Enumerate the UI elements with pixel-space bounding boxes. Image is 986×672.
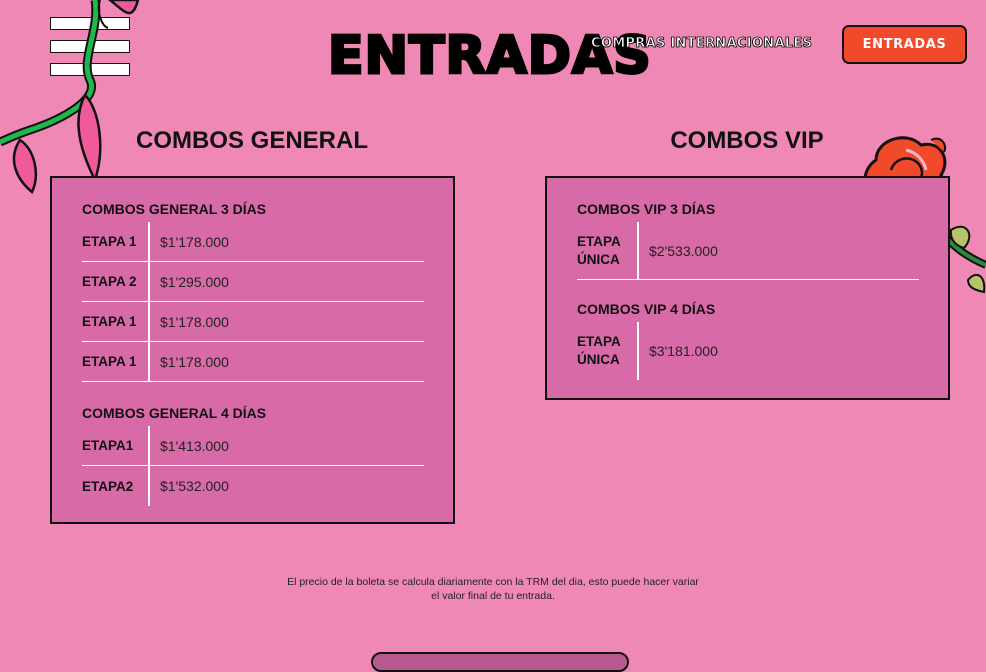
stage-label: ETAPA 1 <box>82 234 137 249</box>
stage-label: ETAPA ÚNICA <box>577 322 637 380</box>
stage-label-line: ETAPA <box>577 334 621 349</box>
price-row: ETAPA 1 $1'178.000 <box>82 222 424 262</box>
price-value: $1'178.000 <box>160 233 229 250</box>
price-row: ETAPA ÚNICA $2'533.000 <box>577 222 919 280</box>
stage-label: ETAPA2 <box>82 478 134 494</box>
disclaimer-line: el valor final de tu entrada. <box>431 590 555 602</box>
stage-label-line: ÚNICA <box>577 251 620 267</box>
international-purchases-link[interactable]: COMPRAS INTERNACIONALES <box>591 36 813 52</box>
stage-label: ETAPA1 <box>82 438 134 453</box>
divider <box>148 262 150 301</box>
combo-group-label: COMBOS VIP 4 DÍAS <box>577 301 716 317</box>
divider <box>148 466 150 506</box>
vip-section-title: COMBOS VIP <box>670 127 824 154</box>
price-row: ETAPA2 $1'532.000 <box>82 466 424 506</box>
divider <box>148 426 150 465</box>
stage-label-line: ÚNICA <box>577 352 620 367</box>
divider <box>637 222 639 279</box>
disclaimer-line: El precio de la boleta se calcula diaria… <box>287 576 699 588</box>
price-value: $1'413.000 <box>160 437 229 454</box>
price-row: ETAPA1 $1'413.000 <box>82 426 424 466</box>
divider <box>148 342 150 381</box>
stage-label-line: ETAPA <box>577 233 621 249</box>
price-value: $1'178.000 <box>160 313 229 330</box>
tickets-button[interactable]: ENTRADAS <box>842 25 967 64</box>
divider <box>637 322 639 380</box>
stage-label: ETAPA ÚNICA <box>577 222 637 279</box>
price-value: $3'181.000 <box>649 343 718 359</box>
stage-label: ETAPA 1 <box>82 354 137 369</box>
stage-label: ETAPA 1 <box>82 314 137 329</box>
general-section-title: COMBOS GENERAL <box>135 127 368 154</box>
price-row: ETAPA 2 $1'295.000 <box>82 262 424 302</box>
divider <box>148 222 150 261</box>
price-disclaimer: El precio de la boleta se calcula diaria… <box>0 575 986 603</box>
combo-group-label: COMBOS GENERAL 3 DÍAS <box>82 201 267 217</box>
price-row: ETAPA 1 $1'178.000 <box>82 302 424 342</box>
bottom-button[interactable] <box>371 652 629 672</box>
price-row: ETAPA 1 $1'178.000 <box>82 342 424 382</box>
price-value: $2'533.000 <box>649 242 718 259</box>
general-price-card: COMBOS GENERAL 3 DÍAS ETAPA 1 $1'178.000… <box>50 176 455 524</box>
stage-label: ETAPA 2 <box>82 274 137 289</box>
price-value: $1'532.000 <box>160 478 229 494</box>
price-value: $1'178.000 <box>160 353 229 370</box>
combo-group-label: COMBOS VIP 3 DÍAS <box>577 201 716 217</box>
combo-group-label: COMBOS GENERAL 4 DÍAS <box>82 405 267 421</box>
price-row: ETAPA ÚNICA $3'181.000 <box>577 322 919 380</box>
divider <box>148 302 150 341</box>
vine-decoration <box>0 0 140 194</box>
price-value: $1'295.000 <box>160 273 229 290</box>
vip-price-card: COMBOS VIP 3 DÍAS ETAPA ÚNICA $2'533.000… <box>545 176 950 400</box>
